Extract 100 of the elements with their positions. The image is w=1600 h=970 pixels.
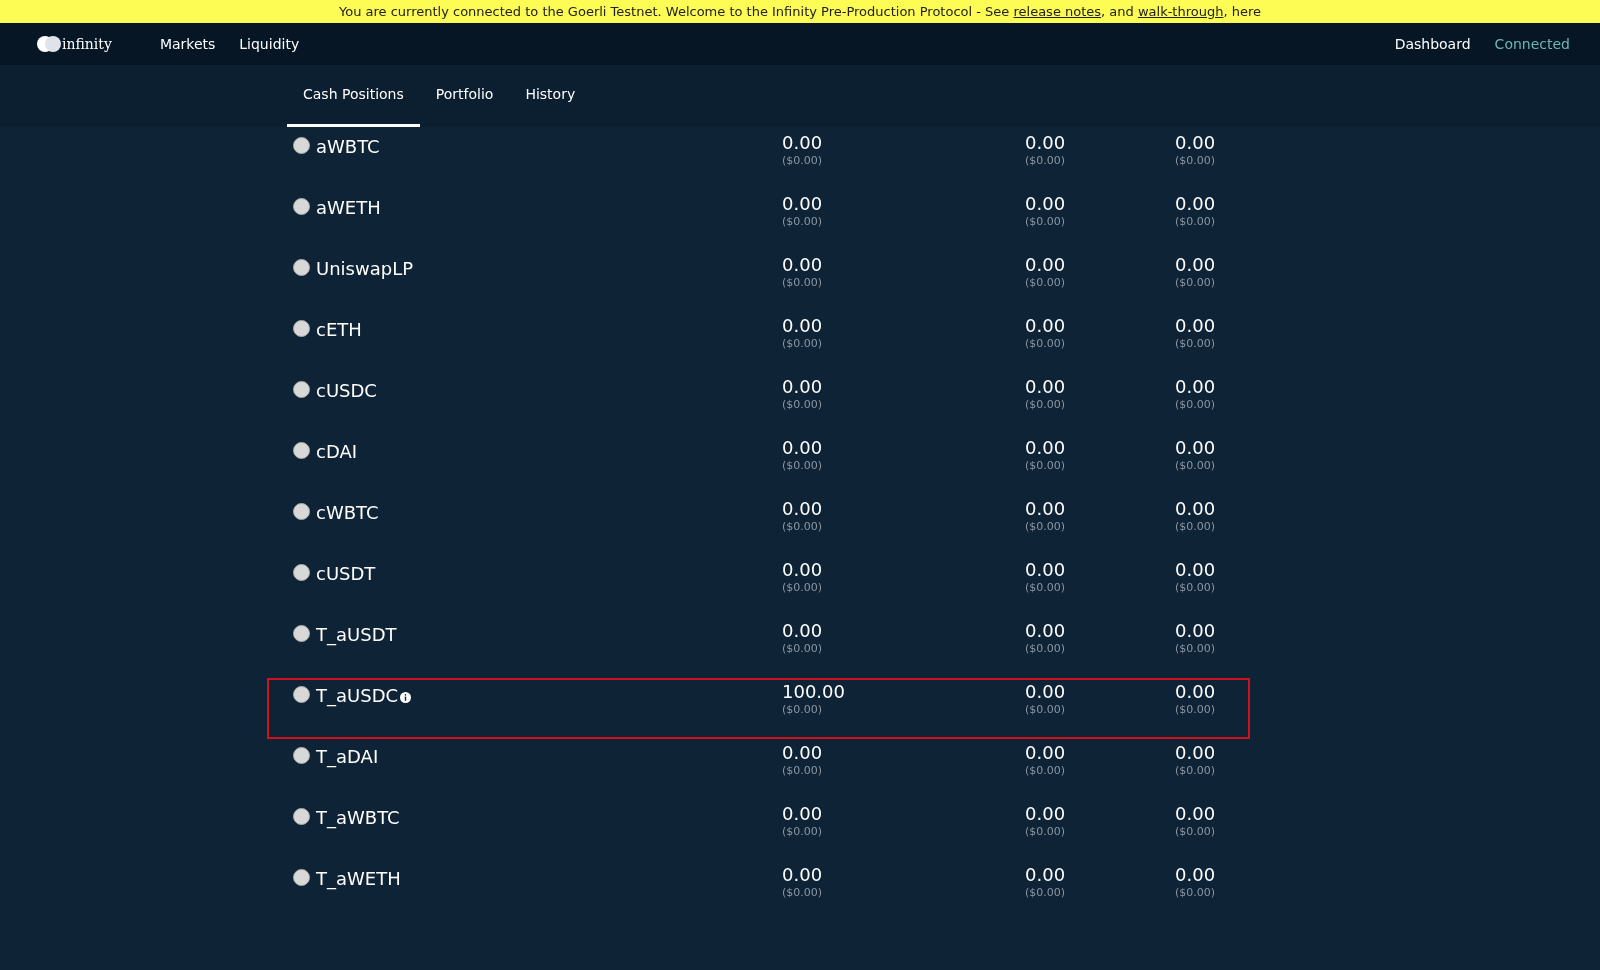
amount-value: 0.00: [1025, 316, 1067, 336]
asset-name: T_aUSDC: [316, 685, 399, 706]
usd-value: ($0.00): [1025, 701, 1067, 718]
usd-value: ($0.00): [1175, 335, 1217, 352]
amount-value: 0.00: [782, 194, 824, 214]
amount-value: 0.00: [1175, 865, 1217, 885]
usd-value: ($0.00): [1025, 579, 1067, 596]
amount-value: 0.00: [1175, 499, 1217, 519]
usd-value: ($0.00): [1025, 884, 1067, 901]
usd-value: ($0.00): [1025, 640, 1067, 657]
usd-value: ($0.00): [782, 884, 824, 901]
amount-value: 0.00: [1025, 560, 1067, 580]
asset-name: T_aUSDT: [316, 624, 397, 645]
amount-value: 0.00: [1175, 194, 1217, 214]
amount-value: 0.00: [1025, 682, 1067, 702]
radio-button[interactable]: [293, 625, 310, 642]
amount-value: 0.00: [1025, 255, 1067, 275]
radio-button[interactable]: [293, 747, 310, 764]
usd-value: ($0.00): [782, 457, 824, 474]
amount-value: 0.00: [782, 255, 824, 275]
amount-value: 0.00: [1175, 133, 1217, 153]
usd-value: ($0.00): [1175, 823, 1217, 840]
dashboard-link[interactable]: Dashboard: [1394, 33, 1471, 55]
asset-name: cUSDT: [316, 563, 376, 584]
usd-value: ($0.00): [782, 823, 824, 840]
nav-link-item[interactable]: Markets: [159, 33, 216, 55]
amount-value: 0.00: [1175, 316, 1217, 336]
asset-name: aWBTC: [316, 136, 380, 157]
amount-value: 0.00: [782, 438, 824, 458]
usd-value: ($0.00): [782, 274, 824, 291]
amount-value: 0.00: [782, 621, 824, 641]
usd-value: ($0.00): [1025, 274, 1067, 291]
usd-value: ($0.00): [1025, 457, 1067, 474]
usd-value: ($0.00): [1025, 518, 1067, 535]
usd-value: ($0.00): [1025, 396, 1067, 413]
radio-button[interactable]: [293, 259, 310, 276]
amount-value: 0.00: [1175, 621, 1217, 641]
asset-name: aWETH: [316, 197, 381, 218]
banner-text: You are currently connected to the Goerli Testnet. Welcome to the Infinity Pre-Production Protocol - See release notes, and walk-through, here: [339, 4, 1261, 19]
usd-value: ($0.00): [1175, 274, 1217, 291]
amount-value: 0.00: [782, 865, 824, 885]
usd-value: ($0.00): [782, 762, 824, 779]
info-icon[interactable]: [400, 691, 412, 703]
asset-name: cDAI: [316, 441, 358, 462]
radio-button[interactable]: [293, 442, 310, 459]
asset-name: UniswapLP: [316, 258, 414, 279]
usd-value: ($0.00): [1175, 762, 1217, 779]
radio-button[interactable]: [293, 137, 310, 154]
nav-link-item[interactable]: Liquidity: [239, 33, 300, 55]
banner-link[interactable]: walk-through: [1137, 4, 1224, 19]
radio-button[interactable]: [293, 198, 310, 215]
usd-value: ($0.00): [1175, 457, 1217, 474]
radio-button[interactable]: [293, 686, 310, 703]
usd-value: ($0.00): [782, 335, 824, 352]
usd-value: ($0.00): [1175, 701, 1217, 718]
logo-icon: [36, 35, 62, 53]
usd-value: ($0.00): [782, 213, 824, 230]
asset-name: cETH: [316, 319, 362, 340]
tab[interactable]: Cash Positions: [287, 65, 420, 127]
usd-value: ($0.00): [782, 152, 824, 169]
usd-value: ($0.00): [782, 579, 824, 596]
amount-value: 0.00: [1175, 560, 1217, 580]
amount-value: 0.00: [1175, 743, 1217, 763]
usd-value: ($0.00): [1025, 823, 1067, 840]
amount-value: 0.00: [1025, 438, 1067, 458]
tab[interactable]: Portfolio: [419, 65, 510, 127]
amount-value: 0.00: [782, 377, 824, 397]
amount-value: 0.00: [1175, 438, 1217, 458]
usd-value: ($0.00): [1175, 396, 1217, 413]
usd-value: ($0.00): [1025, 335, 1067, 352]
usd-value: ($0.00): [1175, 152, 1217, 169]
radio-button[interactable]: [293, 320, 310, 337]
amount-value: 0.00: [782, 316, 824, 336]
brand-logo[interactable]: infinity: [36, 33, 112, 55]
amount-value: 0.00: [782, 499, 824, 519]
radio-button[interactable]: [293, 381, 310, 398]
amount-value: 0.00: [1175, 804, 1217, 824]
tab[interactable]: History: [509, 65, 592, 127]
asset-name: cWBTC: [316, 502, 379, 523]
radio-button[interactable]: [293, 869, 310, 886]
usd-value: ($0.00): [782, 518, 824, 535]
usd-value: ($0.00): [782, 640, 824, 657]
asset-name: T_aDAI: [316, 746, 379, 767]
usd-value: ($0.00): [782, 701, 824, 718]
asset-name: cUSDC: [316, 380, 377, 401]
usd-value: ($0.00): [1175, 518, 1217, 535]
amount-value: 0.00: [782, 743, 824, 763]
amount-value: 0.00: [1025, 865, 1067, 885]
usd-value: ($0.00): [1025, 152, 1067, 169]
amount-value: 0.00: [1025, 743, 1067, 763]
radio-button[interactable]: [293, 564, 310, 581]
amount-value: 100.00: [782, 682, 842, 702]
radio-button[interactable]: [293, 503, 310, 520]
amount-value: 0.00: [1025, 194, 1067, 214]
amount-value: 0.00: [1025, 804, 1067, 824]
usd-value: ($0.00): [782, 396, 824, 413]
usd-value: ($0.00): [1175, 579, 1217, 596]
amount-value: 0.00: [1175, 255, 1217, 275]
amount-value: 0.00: [782, 133, 824, 153]
radio-button[interactable]: [293, 808, 310, 825]
